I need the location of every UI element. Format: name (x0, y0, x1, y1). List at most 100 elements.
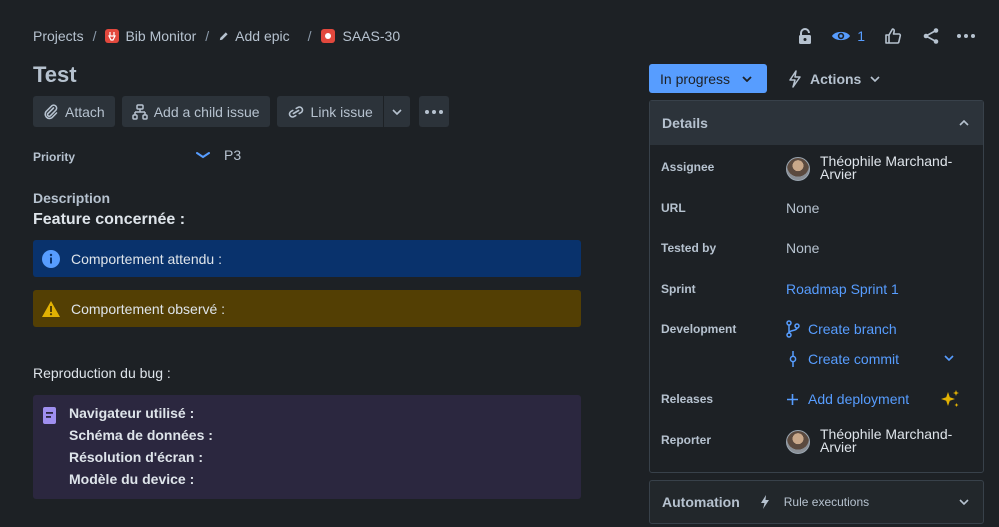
issue-top-actions: 1 (793, 24, 977, 48)
create-branch-label: Create branch (808, 321, 897, 337)
vote-button[interactable] (881, 27, 905, 45)
lock-button[interactable] (793, 27, 817, 45)
avatar (786, 157, 810, 181)
breadcrumb-separator: / (92, 28, 97, 44)
chevron-down-icon (959, 499, 969, 505)
watchers-count: 1 (857, 28, 865, 44)
share-button[interactable] (919, 27, 943, 45)
link-issue-label: Link issue (310, 103, 373, 120)
breadcrumb-projects-label: Projects (33, 28, 84, 44)
attach-button[interactable]: Attach (33, 96, 115, 127)
description-heading: Feature concernée : (33, 211, 186, 228)
priority-label: Priority (33, 150, 76, 164)
priority-field[interactable]: P3 (196, 147, 241, 163)
link-icon (287, 105, 305, 118)
chevron-down-icon (944, 355, 954, 361)
add-child-issue-label: Add a child issue (153, 103, 260, 120)
add-child-issue-button[interactable]: Add a child issue (121, 96, 270, 127)
add-deployment-link[interactable]: Add deployment (786, 391, 909, 407)
avatar (786, 430, 810, 454)
thumbs-up-icon (884, 27, 902, 45)
more-actions-button[interactable] (955, 34, 977, 38)
lightning-icon (787, 69, 803, 88)
create-commit-link[interactable]: Create commit (786, 350, 899, 368)
attach-label: Attach (65, 103, 105, 120)
assignee-field[interactable]: Théophile Marchand-Arvier (786, 153, 960, 182)
link-issue-button[interactable]: Link issue (276, 96, 383, 127)
note-line: Modèle du device : (69, 471, 195, 487)
plus-icon (786, 393, 799, 406)
info-panel: Comportement attendu : (33, 240, 581, 277)
breadcrumb-separator: / (307, 28, 312, 44)
chevron-up-icon (959, 120, 969, 126)
chevron-down-icon (870, 75, 880, 82)
eye-icon (831, 29, 851, 43)
status-label: In progress (660, 70, 731, 87)
lightning-icon (760, 495, 770, 509)
breadcrumb-issue-key-label: SAAS-30 (342, 28, 401, 44)
issue-title[interactable]: Test (33, 62, 77, 88)
reporter-name: Théophile Marchand-Arvier (820, 426, 953, 455)
paperclip-icon (43, 103, 59, 120)
details-heading: Details (662, 115, 708, 131)
watch-button[interactable]: 1 (831, 28, 865, 44)
breadcrumb-separator: / (205, 28, 210, 44)
more-horizontal-icon (424, 109, 443, 114)
priority-low-icon (196, 151, 210, 159)
status-dropdown-button[interactable]: In progress (649, 64, 767, 93)
note-line: Navigateur utilisé : (69, 405, 195, 421)
reporter-field[interactable]: Théophile Marchand-Arvier (786, 426, 960, 455)
bug-icon (320, 29, 335, 43)
rule-executions-label: Rule executions (783, 495, 870, 509)
url-label: URL (661, 201, 686, 215)
project-icon (105, 29, 120, 43)
breadcrumb-add-epic[interactable]: Add epic (218, 28, 290, 44)
add-deployment-label: Add deployment (808, 391, 910, 407)
description-label: Description (33, 190, 111, 206)
issue-toolbar: Attach Add a child issue Link issue (33, 96, 449, 127)
chevron-down-icon (742, 75, 752, 82)
reproduction-heading: Reproduction du bug : (33, 365, 171, 381)
note-lines: Navigateur utilisé : Schéma de données :… (69, 405, 213, 487)
pencil-icon (218, 31, 229, 42)
child-issue-icon (131, 103, 148, 120)
details-header[interactable]: Details (650, 101, 983, 145)
development-label: Development (661, 322, 737, 336)
breadcrumb: Projects / Bib Monitor / Add epic / SAAS… (33, 27, 400, 45)
warning-panel: Comportement observé : (33, 290, 581, 327)
sprint-link[interactable]: Roadmap Sprint 1 (786, 281, 899, 297)
note-icon (41, 406, 59, 426)
create-commit-label: Create commit (808, 351, 900, 367)
reporter-label: Reporter (661, 433, 712, 447)
breadcrumb-project[interactable]: Bib Monitor (105, 28, 196, 44)
link-issue-dropdown-button[interactable] (383, 96, 410, 127)
priority-value: P3 (224, 147, 242, 163)
chevron-down-icon (392, 108, 402, 115)
breadcrumb-projects[interactable]: Projects (33, 28, 84, 44)
lock-icon (798, 27, 812, 45)
automation-heading: Automation (662, 494, 740, 510)
tested-by-label: Tested by (661, 241, 717, 255)
toolbar-more-button[interactable] (418, 96, 449, 127)
info-panel-text: Comportement attendu : (71, 250, 222, 267)
create-branch-link[interactable]: Create branch (786, 320, 897, 338)
actions-label: Actions (810, 70, 862, 87)
sprint-label: Sprint (661, 282, 696, 296)
url-field[interactable]: None (786, 200, 819, 216)
share-icon (922, 27, 940, 45)
info-icon (41, 249, 61, 269)
warning-icon (41, 300, 61, 318)
more-horizontal-icon (957, 34, 975, 38)
assignee-label: Assignee (661, 160, 715, 174)
automation-panel[interactable]: Automation Rule executions (649, 480, 984, 524)
tested-by-field[interactable]: None (786, 240, 819, 256)
development-expand-button[interactable] (944, 355, 954, 361)
breadcrumb-add-epic-label: Add epic (235, 28, 290, 44)
warning-panel-text: Comportement observé : (71, 300, 226, 317)
breadcrumb-issue-key[interactable]: SAAS-30 (320, 28, 401, 44)
branch-icon (786, 320, 800, 338)
releases-label: Releases (661, 392, 714, 406)
ai-sparkle-button[interactable] (940, 389, 961, 410)
assignee-name: Théophile Marchand-Arvier (820, 153, 953, 182)
actions-dropdown-button[interactable]: Actions (787, 64, 880, 93)
